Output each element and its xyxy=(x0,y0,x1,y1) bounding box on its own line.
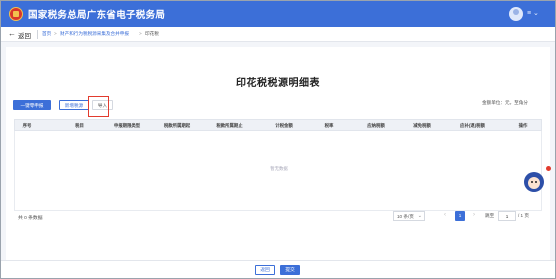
back-button[interactable]: 返回 xyxy=(255,265,275,275)
notification-badge xyxy=(546,166,551,171)
column-header: 税款所属期起 xyxy=(163,123,191,128)
nav-divider xyxy=(37,30,38,39)
table-body: 暂无数据 xyxy=(14,131,542,211)
submit-button[interactable]: 提交 xyxy=(280,265,300,275)
breadcrumb-property-behavior-tax[interactable]: 财产和行为税税源采集及合并申报 xyxy=(60,31,129,37)
column-header: 计税金额 xyxy=(275,123,293,128)
column-header: 税目 xyxy=(75,123,84,128)
column-header: 申报期限类型 xyxy=(113,123,141,128)
highlight-annotation xyxy=(88,96,109,117)
breadcrumb-separator: > xyxy=(54,31,57,36)
total-pages: / 1 页 xyxy=(518,213,529,218)
goto-label: 跳至 xyxy=(485,213,495,218)
breadcrumb-separator: > xyxy=(139,31,142,36)
add-tax-source-button[interactable]: 新增税源 xyxy=(59,100,89,110)
page-size-value: 10 条/页 xyxy=(397,214,414,219)
column-header: 应纳税额 xyxy=(367,123,385,128)
assistant-eye xyxy=(531,181,533,183)
breadcrumb-current: 印花税 xyxy=(145,31,159,36)
total-count: 共 0 条数据 xyxy=(18,216,43,221)
assistant-face xyxy=(528,177,540,189)
page-title: 印花税税源明细表 xyxy=(236,78,320,89)
footer-bar: 返回 提交 xyxy=(1,260,555,278)
column-header: 税率 xyxy=(324,123,334,128)
column-header: 操作 xyxy=(518,123,528,128)
page-size-select[interactable]: 10 条/页 ⌄ xyxy=(393,211,425,221)
breadcrumb-home[interactable]: 首页 xyxy=(42,31,51,37)
column-header: 减免税额 xyxy=(413,123,431,128)
column-header: 税款所属期止 xyxy=(216,123,243,128)
chevron-down-icon: ⌄ xyxy=(417,213,422,219)
column-header: 应补(退)税额 xyxy=(460,123,485,128)
top-header: 国家税务总局广东省电子税务局 ≡ ⌄ xyxy=(1,1,555,27)
amount-unit-note: 金额单位：元，至角分 xyxy=(482,100,528,105)
column-header: 序号 xyxy=(22,123,32,128)
goto-page-input[interactable]: 1 xyxy=(498,211,516,221)
nav-back-link[interactable]: 返回 xyxy=(18,30,31,40)
site-title: 国家税务总局广东省电子税务局 xyxy=(28,10,166,21)
empty-state-text: 暂无数据 xyxy=(270,166,288,171)
next-page-button[interactable]: › xyxy=(470,211,478,221)
user-avatar-icon[interactable] xyxy=(509,7,523,21)
back-arrow-icon[interactable]: ← xyxy=(8,29,16,38)
prev-page-button[interactable]: ‹ xyxy=(441,211,449,221)
tax-bureau-logo-icon xyxy=(9,7,23,21)
one-click-zero-declare-button[interactable]: 一键零申报 xyxy=(13,100,51,110)
page-number-button[interactable]: 1 xyxy=(455,211,465,221)
table-header: 序号 税目 申报期限类型 税款所属期起 税款所属期止 计税金额 税率 应纳税额 … xyxy=(14,119,542,131)
user-menu-icon[interactable]: ≡ ⌄ xyxy=(527,9,539,17)
nav-bar: ← 返回 首页 > 财产和行为税税源采集及合并申报 > 印花税 xyxy=(1,27,555,42)
main-panel: 印花税税源明细表 一键零申报 新增税源 导入 金额单位：元，至角分 序号 税目 … xyxy=(6,47,550,260)
assistant-eye xyxy=(535,181,537,183)
assistant-avatar-icon[interactable] xyxy=(522,166,551,196)
